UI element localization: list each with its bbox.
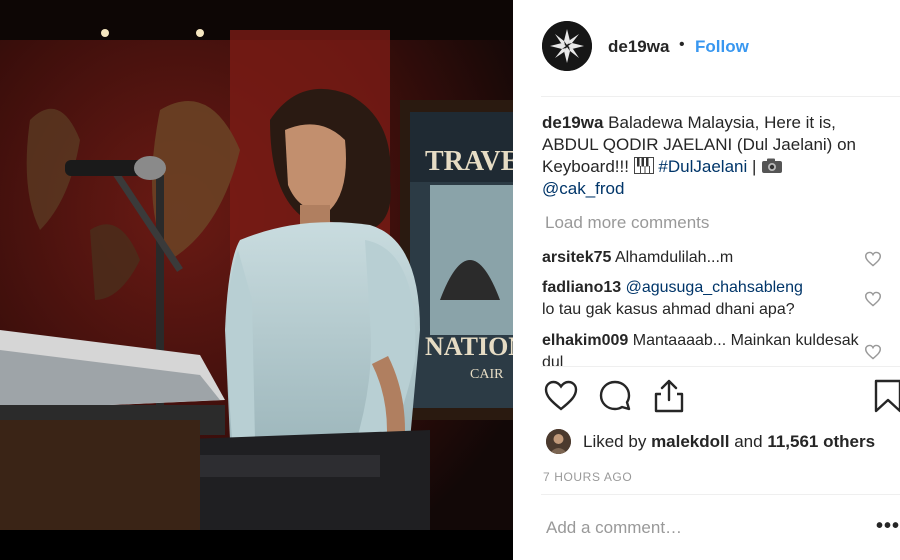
bookmark-icon[interactable]	[870, 378, 900, 414]
user-avatar[interactable]	[542, 21, 592, 71]
comment-text: Alhamdulilah...m	[614, 249, 734, 266]
more-options-button[interactable]: •••	[876, 515, 900, 538]
header-divider	[541, 96, 900, 97]
follow-button[interactable]: Follow	[695, 37, 749, 57]
comment-text: lo tau gak kasus ahmad dhani apa?	[542, 301, 795, 318]
comment-box-divider	[541, 494, 900, 495]
post-header: de19wa • Follow	[513, 0, 900, 95]
post-timestamp[interactable]: 7 HOURS AGO	[543, 470, 632, 484]
comment-item: fadliano13 @agusuga_chahsableng lo tau g…	[542, 277, 862, 321]
svg-text:NATIONA: NATIONA	[425, 332, 513, 361]
liker-avatar[interactable]	[546, 429, 571, 454]
actions-divider	[541, 366, 900, 367]
likes-and: and	[734, 432, 763, 451]
piano-keys-icon	[633, 157, 654, 174]
caption-username[interactable]: de19wa	[542, 113, 603, 132]
header-separator: •	[679, 36, 685, 53]
caption-pipe: |	[752, 157, 757, 176]
add-comment-input[interactable]	[546, 518, 846, 538]
post-caption: de19wa Baladewa Malaysia, Here it is, AB…	[542, 112, 882, 200]
photo-illustration: TRAVELS NATIONA CAIR	[0, 0, 513, 530]
header-username[interactable]: de19wa	[608, 37, 669, 57]
svg-text:CAIR: CAIR	[470, 367, 504, 382]
comments-list: arsitek75 Alhamdulilah...m fadliano13 @a…	[513, 240, 900, 366]
likes-text[interactable]: Liked by malekdoll and 11,561 others	[583, 432, 875, 452]
likes-count[interactable]: 11,561 others	[767, 432, 875, 451]
camera-icon	[761, 157, 783, 174]
comment-like-heart-icon[interactable]	[864, 291, 882, 307]
comment-username[interactable]: elhakim009	[542, 332, 628, 349]
comment-bubble-icon[interactable]	[597, 378, 633, 414]
caption-mention[interactable]: @cak_frod	[542, 179, 624, 198]
heart-icon[interactable]	[543, 378, 579, 414]
comment-username[interactable]: arsitek75	[542, 249, 611, 266]
comment-username[interactable]: fadliano13	[542, 279, 621, 296]
avatar-star-logo-icon	[542, 21, 592, 71]
caption-hashtag[interactable]: #DulJaelani	[658, 157, 747, 176]
comment-mention[interactable]: @agusuga_chahsableng	[626, 279, 803, 296]
load-more-comments-link[interactable]: Load more comments	[545, 213, 709, 233]
post-side-panel: de19wa • Follow de19wa Baladewa Malaysia…	[513, 0, 900, 560]
likes-user[interactable]: malekdoll	[651, 432, 729, 451]
share-icon[interactable]	[651, 378, 687, 414]
comment-item: arsitek75 Alhamdulilah...m	[542, 247, 862, 269]
comment-like-heart-icon[interactable]	[864, 251, 882, 267]
likes-prefix: Liked by	[583, 432, 647, 451]
post-photo: TRAVELS NATIONA CAIR	[0, 0, 513, 530]
comment-like-heart-icon[interactable]	[864, 344, 882, 360]
svg-text:TRAVELS: TRAVELS	[425, 146, 513, 177]
photo-bottom-bar	[0, 530, 513, 560]
comment-item: elhakim009 Mantaaaab... Mainkan kuldesak…	[542, 330, 862, 366]
